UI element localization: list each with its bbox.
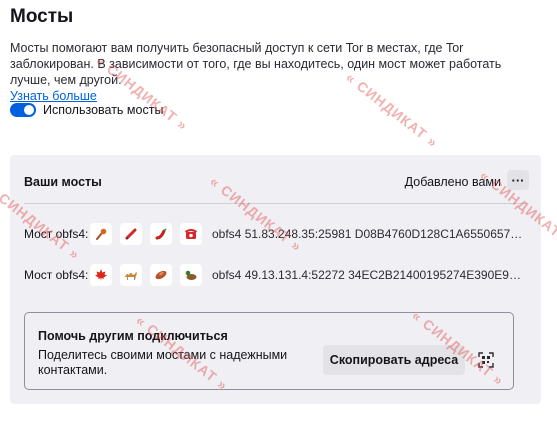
help-box: Помочь другим подключиться Поделитесь св… — [24, 312, 514, 390]
your-bridges-heading: Ваши мосты — [24, 175, 102, 189]
camel-icon — [120, 264, 142, 286]
qr-code-icon — [478, 352, 494, 368]
card-divider — [24, 203, 527, 204]
bridge-row: Мост obfs4: obfs4 49.13.131.4:52272 34EC… — [24, 264, 527, 286]
bridges-card: Ваши мосты Добавлено вами ··· Мост obfs4… — [10, 155, 541, 404]
page-title: Мосты — [10, 6, 74, 27]
help-description: Поделитесь своими мостами с надежными ко… — [38, 348, 288, 377]
copy-addresses-button[interactable]: Скопировать адреса — [323, 345, 465, 375]
pen-icon — [120, 223, 142, 245]
use-bridges-toggle[interactable] — [10, 103, 36, 117]
more-options-button[interactable]: ··· — [507, 170, 529, 190]
telephone-icon — [180, 223, 202, 245]
bridge-line: obfs4 51.83.248.35:25981 D08B4760D128C1A… — [212, 227, 527, 241]
bridge-label: Мост obfs4: — [24, 268, 89, 282]
qr-code-button[interactable] — [471, 345, 501, 375]
bridge-label: Мост obfs4: — [24, 227, 89, 241]
learn-more-link[interactable]: Узнать больше — [10, 89, 97, 103]
toggle-knob — [24, 105, 34, 115]
duck-icon — [180, 264, 202, 286]
bridge-line: obfs4 49.13.131.4:52272 34EC2B2140019527… — [212, 268, 527, 282]
use-bridges-label: Использовать мосты — [43, 103, 164, 117]
microphone-icon — [90, 223, 112, 245]
ellipsis-icon: ··· — [511, 172, 525, 188]
chili-pepper-icon — [150, 223, 172, 245]
help-title: Помочь другим подключиться — [38, 329, 228, 343]
bridge-row: Мост obfs4: obfs4 51.83.248.35:25981 D08… — [24, 223, 527, 245]
sweet-potato-icon — [150, 264, 172, 286]
page-description: Мосты помогают вам получить безопасный д… — [10, 40, 545, 104]
maple-leaf-icon — [90, 264, 112, 286]
description-text: Мосты помогают вам получить безопасный д… — [10, 41, 502, 87]
added-by-label: Добавлено вами — [404, 175, 501, 189]
use-bridges-row[interactable]: Использовать мосты — [10, 103, 163, 117]
